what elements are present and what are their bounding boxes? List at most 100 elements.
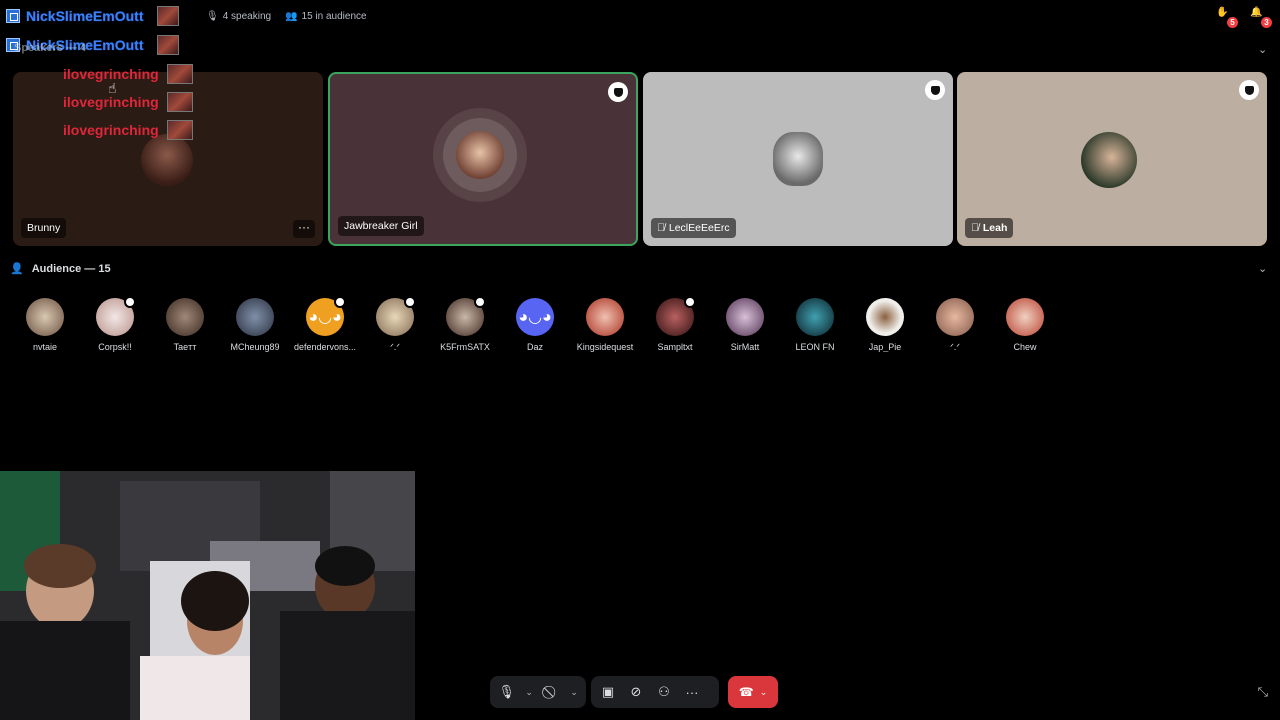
bell-icon: 🔔: [1250, 7, 1263, 18]
overlay-name-1: NickSlimeEmOutt: [6, 6, 180, 26]
avatar: [236, 298, 274, 336]
camera-options-chevron-icon[interactable]: ⌄: [570, 687, 578, 698]
overlay-avatar: [157, 35, 180, 55]
audience-member[interactable]: MCheung89: [220, 298, 290, 352]
speaker-tile-leah[interactable]: 🎙̸ Leah: [957, 72, 1267, 246]
notification-button[interactable]: 🔔 3: [1250, 7, 1272, 28]
discord-default-avatar: ◕◡◕: [306, 296, 346, 336]
muted-mic-icon: 🎙̸: [971, 222, 979, 234]
avatar: [796, 298, 834, 336]
avatar: [376, 296, 416, 336]
move-to-audience-button[interactable]: ⊘: [627, 683, 645, 701]
screen-share-button[interactable]: ▣: [599, 683, 617, 701]
audience-member[interactable]: Sampltxt: [640, 296, 710, 352]
mic-icon: 🎙: [498, 684, 515, 699]
mic-camera-controls: 🎙 ⌄ ⃠ ⌄: [490, 676, 586, 708]
audience-member[interactable]: SirMatt: [710, 298, 780, 352]
avatar: [866, 298, 904, 336]
mic-options-chevron-icon[interactable]: ⌄: [525, 687, 533, 698]
audience-member[interactable]: Corpsk!!: [80, 296, 150, 352]
webcam-overlay: [0, 471, 415, 720]
mouse-cursor-icon: ☝: [108, 80, 117, 96]
top-bar: 🎙 4 speaking 👥 15 in audience ✋ 5 🔔 3: [0, 0, 1280, 32]
more-button[interactable]: ···: [683, 683, 701, 701]
speaker-avatar: [1081, 132, 1137, 188]
moderator-icon: [1239, 80, 1259, 100]
audience-member[interactable]: Jap_Pie: [850, 298, 920, 352]
more-options-icon: ···: [685, 684, 699, 700]
overlay-avatar: [166, 64, 193, 84]
camera-button[interactable]: ⃠: [543, 683, 560, 701]
moderator-icon: [404, 296, 416, 308]
audience-member[interactable]: ᐟ.ᐟ: [920, 298, 990, 353]
overlay-name-5: ilovegrinching: [63, 120, 193, 140]
hand-icon: ✋: [1216, 7, 1229, 18]
invite-button[interactable]: ⚇: [655, 683, 673, 701]
audience-member[interactable]: LEON FN: [780, 298, 850, 352]
moderator-icon: [925, 80, 945, 100]
hang-up-icon: ☎: [738, 685, 754, 699]
avatar: [656, 296, 696, 336]
speaking-count: 4 speaking: [222, 10, 272, 22]
speakers-header[interactable]: Speakers — 4: [14, 42, 86, 54]
exit-fullscreen-button[interactable]: ⤡: [1258, 684, 1268, 700]
speaker-name: Jawbreaker Girl: [338, 216, 424, 236]
audience-member[interactable]: K5FrmSATX: [430, 296, 500, 352]
audience-member[interactable]: Taeтт: [150, 298, 220, 352]
mic-icon: 🎙: [206, 10, 219, 22]
microphone-button[interactable]: 🎙: [498, 683, 515, 701]
speaker-tile-jawbreaker-girl[interactable]: Jawbreaker Girl: [328, 72, 638, 246]
speaker-avatar: [456, 131, 504, 179]
speaker-name: 🎙̸ LeclEeEeErc: [651, 218, 736, 238]
hand-badge: 5: [1227, 17, 1238, 28]
stage-meta: 🎙 4 speaking 👥 15 in audience: [206, 11, 367, 22]
moderator-icon: [474, 296, 486, 308]
avatar: [26, 298, 64, 336]
audience-icon: 👤: [10, 263, 24, 275]
avatar: [726, 298, 764, 336]
overlay-avatar: [166, 92, 193, 112]
discord-default-avatar: ◕◡◕: [516, 298, 554, 336]
audience-count: 15 in audience: [301, 10, 367, 22]
speaker-tile-leclee[interactable]: 🎙̸ LeclEeEeErc: [643, 72, 953, 246]
overlay-name-3: ilovegrinching: [63, 64, 193, 84]
overlay-name-4: ilovegrinching: [63, 92, 193, 112]
audience-icon: 👥: [285, 10, 298, 22]
speakers-label: Speakers — 4: [14, 42, 87, 54]
speaker-name: Brunny: [21, 218, 67, 238]
more-options-icon[interactable]: ···: [293, 220, 315, 238]
speakers-collapse-chevron-icon[interactable]: ⌄: [1258, 43, 1268, 56]
overlay-avatar: [157, 6, 180, 26]
avatar: [1006, 298, 1044, 336]
audience-member[interactable]: ◕◡◕ Daz: [500, 298, 570, 352]
avatar: [166, 298, 204, 336]
stage-controls: ▣ ⊘ ⚇ ···: [591, 676, 719, 708]
audience-member[interactable]: ◕◡◕ defendervons...: [290, 296, 360, 352]
overlay-avatar: [166, 120, 193, 140]
moderator-icon: [684, 296, 696, 308]
moderator-icon: [334, 296, 346, 308]
raise-hand-button[interactable]: ✋ 5: [1216, 7, 1238, 28]
add-user-icon: ⚇: [658, 684, 670, 699]
notification-badge: 3: [1261, 17, 1272, 28]
audience-member[interactable]: Kingsidequest: [570, 298, 640, 352]
muted-mic-icon: 🎙̸: [657, 222, 665, 234]
audience-header[interactable]: 👤 Audience — 15: [10, 262, 111, 276]
audience-member[interactable]: ᐟ.ᐟ: [360, 296, 430, 353]
tag-icon: [6, 9, 20, 23]
moderator-icon: [124, 296, 136, 308]
speaker-name: 🎙̸ Leah: [965, 218, 1014, 238]
audience-label: Audience — 15: [31, 262, 111, 275]
avatar: [586, 298, 624, 336]
leave-stage-button[interactable]: ☎ ⌄: [728, 676, 778, 708]
audience-collapse-chevron-icon[interactable]: ⌄: [1258, 262, 1268, 275]
avatar: [96, 296, 136, 336]
leave-options-chevron-icon[interactable]: ⌄: [760, 687, 768, 698]
avatar: [446, 296, 486, 336]
mic-off-icon: ⊘: [630, 684, 642, 699]
avatar: [936, 298, 974, 336]
audience-member[interactable]: Chew: [990, 298, 1060, 352]
speaker-avatar: [141, 134, 193, 186]
audience-member[interactable]: nvtaie: [10, 298, 80, 352]
screen-share-icon: ▣: [601, 684, 615, 699]
